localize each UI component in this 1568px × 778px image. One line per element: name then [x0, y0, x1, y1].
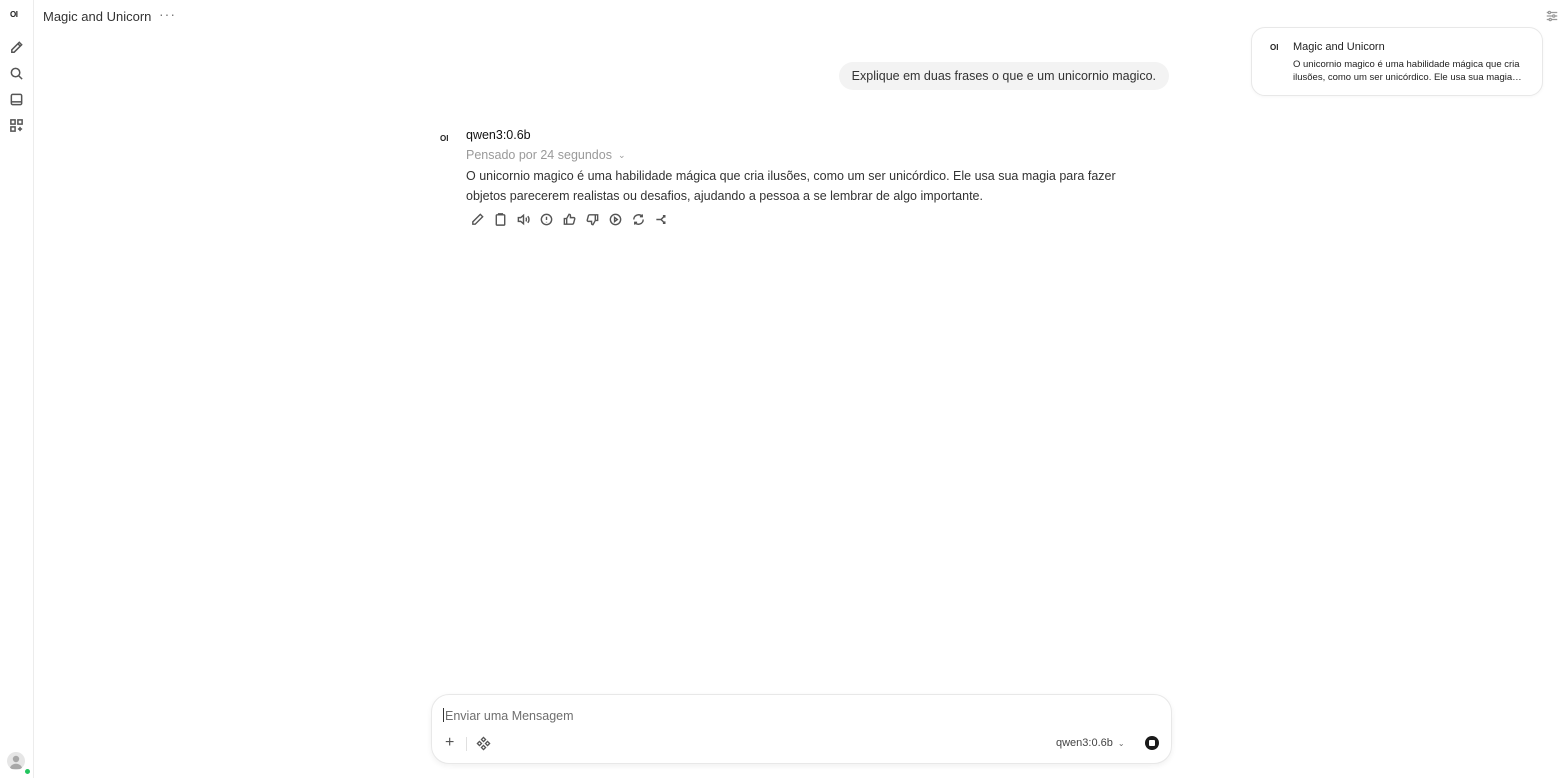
- play-icon[interactable]: [608, 212, 623, 227]
- apps-grid-icon[interactable]: [9, 118, 24, 133]
- sidebar: OI: [0, 0, 34, 778]
- assistant-avatar: OI: [440, 134, 449, 143]
- thinking-toggle[interactable]: Pensado por 24 segundos ⌄: [466, 148, 626, 162]
- more-options-icon[interactable]: ···: [159, 6, 176, 22]
- text-caret: [443, 708, 444, 722]
- assistant-model-name: qwen3:0.6b: [466, 128, 531, 142]
- notebook-icon[interactable]: [9, 92, 24, 107]
- notification-body: O unicornio magico é uma habilidade mági…: [1293, 59, 1520, 83]
- app-logo[interactable]: OI: [10, 10, 18, 19]
- search-icon[interactable]: [9, 66, 24, 81]
- thinking-label: Pensado por 24 segundos: [466, 148, 612, 162]
- thumbs-down-icon[interactable]: [585, 212, 600, 227]
- stop-generation-button[interactable]: [1145, 736, 1159, 750]
- notification-title: Magic and Unicorn: [1293, 41, 1385, 53]
- speaker-icon[interactable]: [516, 212, 531, 227]
- assistant-answer: O unicornio magico é uma habilidade mági…: [466, 169, 1116, 203]
- regenerate-icon[interactable]: [631, 212, 646, 227]
- chat-controls-icon[interactable]: [1545, 9, 1559, 23]
- online-status-dot: [24, 768, 31, 775]
- branch-icon[interactable]: [654, 212, 669, 227]
- chevron-down-icon: ⌄: [617, 150, 626, 160]
- model-selector-label: qwen3:0.6b: [1056, 737, 1113, 749]
- message-input[interactable]: [443, 705, 1147, 727]
- notification-logo: OI: [1270, 43, 1279, 52]
- copy-icon[interactable]: [493, 212, 508, 227]
- integrations-icon[interactable]: [476, 736, 491, 751]
- model-selector[interactable]: qwen3:0.6b ⌄: [1056, 737, 1125, 749]
- edit-icon[interactable]: [470, 212, 485, 227]
- chat-title[interactable]: Magic and Unicorn: [43, 9, 151, 24]
- notification-toast[interactable]: OI Magic and Unicorn O unicornio magico …: [1251, 27, 1543, 96]
- message-actions: [470, 212, 669, 227]
- pencil-icon[interactable]: [9, 40, 24, 55]
- info-icon[interactable]: [539, 212, 554, 227]
- composer-divider: [466, 737, 467, 751]
- thumbs-up-icon[interactable]: [562, 212, 577, 227]
- add-attachment-button[interactable]: +: [445, 735, 454, 751]
- message-composer: + qwen3:0.6b ⌄: [431, 694, 1172, 764]
- user-avatar[interactable]: [7, 752, 25, 770]
- chevron-down-icon: ⌄: [1117, 739, 1125, 748]
- user-message: Explique em duas frases o que e um unico…: [838, 62, 1169, 90]
